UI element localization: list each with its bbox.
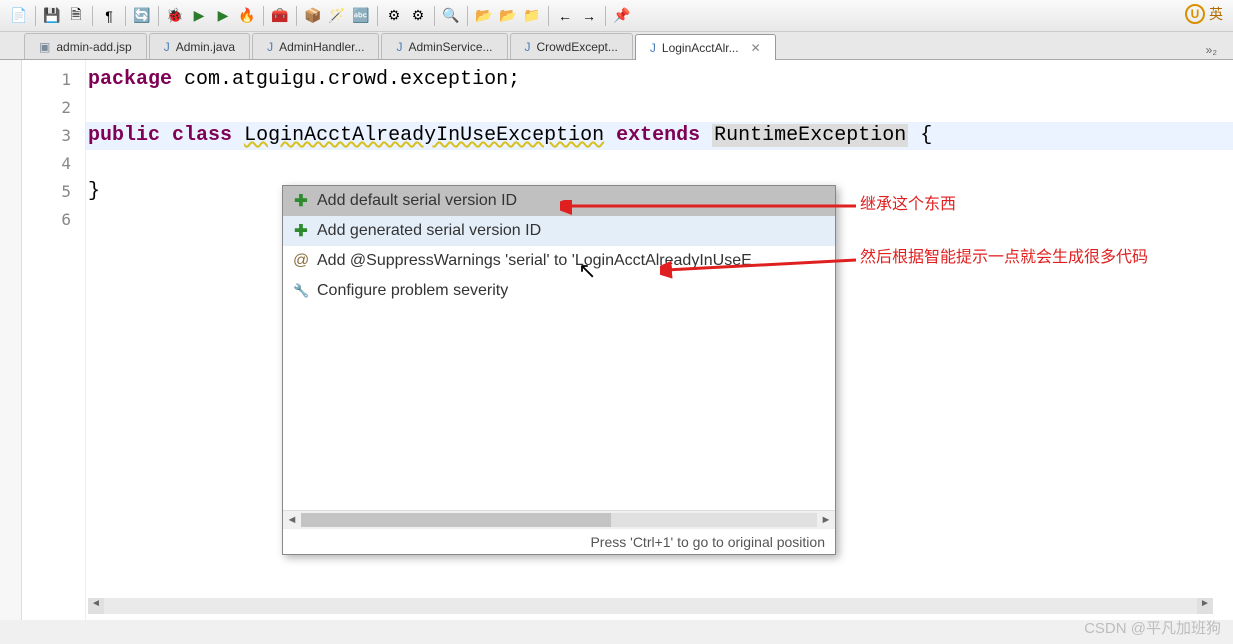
coverage-icon[interactable]: 🔥	[236, 5, 258, 27]
new-icon[interactable]: 📄	[8, 5, 30, 27]
class-name: LoginAcctAlreadyInUseException	[244, 124, 604, 147]
back-icon[interactable]: ←	[554, 5, 576, 27]
tab-admin-handler[interactable]: J AdminHandler...	[252, 33, 379, 59]
quickfix-item-suppress-warnings[interactable]: @ Add @SuppressWarnings 'serial' to 'Log…	[283, 246, 835, 276]
keyword: package	[88, 68, 172, 91]
tab-label: AdminService...	[408, 40, 492, 54]
scroll-right-icon[interactable]: ►	[1197, 598, 1213, 614]
ime-indicator[interactable]: U 英	[1185, 4, 1223, 24]
tab-admin-service[interactable]: J AdminService...	[381, 33, 507, 59]
run-icon[interactable]: ▶	[188, 5, 210, 27]
paragraph-icon[interactable]: ¶	[98, 5, 120, 27]
line-number-gutter: 1 2 3 4 5 6	[22, 60, 86, 620]
tab-admin-java[interactable]: J Admin.java	[149, 33, 250, 59]
quickfix-label: Add default serial version ID	[317, 192, 517, 210]
server-icon[interactable]: ⚙	[383, 5, 405, 27]
tab-label: Admin.java	[176, 40, 235, 54]
line-number: 3	[22, 122, 85, 150]
scroll-right-icon[interactable]: ►	[817, 514, 835, 526]
line-number: 4	[22, 150, 85, 178]
scroll-thumb[interactable]	[301, 513, 611, 527]
add-icon: ✚	[293, 221, 309, 241]
search-icon[interactable]: 🔍	[440, 5, 462, 27]
watermark-text: CSDN @平凡加班狗	[1084, 617, 1221, 638]
code-text: }	[88, 180, 100, 203]
annotation-text-2: 然后根据智能提示一点就会生成很多代码	[860, 245, 1160, 271]
line-number: 2	[22, 94, 85, 122]
editor-hscrollbar[interactable]: ◄ ►	[88, 598, 1213, 614]
java-file-icon: J	[525, 40, 531, 54]
quickfix-label: Configure problem severity	[317, 282, 508, 300]
annotation-icon: @	[293, 252, 309, 270]
refresh-icon[interactable]: 🔄	[131, 5, 153, 27]
line-number: 6	[22, 206, 85, 234]
quickfix-label: Add generated serial version ID	[317, 222, 541, 240]
code-text: {	[908, 124, 932, 147]
java-file-icon: J	[164, 40, 170, 54]
keyword: extends	[616, 124, 700, 147]
quickfix-hint: Press 'Ctrl+1' to go to original positio…	[283, 528, 835, 554]
folder-icon[interactable]: 📂	[473, 5, 495, 27]
forward-icon[interactable]: →	[578, 5, 600, 27]
editor-tab-bar: ▣ admin-add.jsp J Admin.java J AdminHand…	[0, 32, 1233, 60]
package-icon[interactable]: 📦	[302, 5, 324, 27]
line-number: 1	[22, 66, 85, 94]
code-text: com.atguigu.crowd.exception;	[172, 68, 520, 91]
annotation-text-1: 继承这个东西	[860, 190, 956, 214]
ime-icon: U	[1185, 4, 1205, 24]
type-icon[interactable]: 🔤	[350, 5, 372, 27]
quickfix-item-generated-serial[interactable]: ✚ Add generated serial version ID	[283, 216, 835, 246]
scroll-track[interactable]	[104, 598, 1197, 614]
debug-icon[interactable]: 🐞	[164, 5, 186, 27]
jsp-file-icon: ▣	[39, 40, 50, 54]
server2-icon[interactable]: ⚙	[407, 5, 429, 27]
close-tab-icon[interactable]: ✕	[751, 41, 761, 55]
quickfix-popup: ✚ Add default serial version ID ✚ Add ge…	[282, 185, 836, 555]
tab-admin-add-jsp[interactable]: ▣ admin-add.jsp	[24, 33, 147, 59]
tab-label: AdminHandler...	[279, 40, 364, 54]
quickfix-label: Add @SuppressWarnings 'serial' to 'Login…	[317, 252, 752, 270]
add-icon: ✚	[293, 191, 309, 211]
superclass-name: RuntimeException	[712, 124, 908, 147]
scroll-left-icon[interactable]: ◄	[88, 598, 104, 614]
wand-icon[interactable]: 🪄	[326, 5, 348, 27]
save-all-icon[interactable]: 🗎	[65, 5, 87, 27]
left-ruler	[0, 60, 22, 620]
quickfix-item-configure-severity[interactable]: 🔧 Configure problem severity	[283, 276, 835, 306]
ime-label: 英	[1209, 4, 1223, 24]
tab-login-acct-alr[interactable]: J LoginAcctAlr... ✕	[635, 34, 776, 60]
scroll-left-icon[interactable]: ◄	[283, 514, 301, 526]
configure-icon: 🔧	[293, 283, 309, 299]
pin-icon[interactable]: 📌	[611, 5, 633, 27]
run-config-icon[interactable]: ▶	[212, 5, 234, 27]
java-file-icon: J	[396, 40, 402, 54]
main-toolbar: 📄 💾 🗎 ¶ 🔄 🐞 ▶ ▶ 🔥 🧰 📦 🪄 🔤 ⚙ ⚙ 🔍 📂 📂 📁 ← …	[0, 0, 1233, 32]
save-icon[interactable]: 💾	[41, 5, 63, 27]
tab-label: admin-add.jsp	[56, 40, 131, 54]
folder3-icon[interactable]: 📁	[521, 5, 543, 27]
java-file-icon: J	[267, 40, 273, 54]
quickfix-list: ✚ Add default serial version ID ✚ Add ge…	[283, 186, 835, 510]
external-tool-icon[interactable]: 🧰	[269, 5, 291, 27]
keyword: public	[88, 124, 160, 147]
java-file-icon: J	[650, 41, 656, 55]
tab-crowd-except[interactable]: J CrowdExcept...	[510, 33, 633, 59]
folder2-icon[interactable]: 📂	[497, 5, 519, 27]
quickfix-item-default-serial[interactable]: ✚ Add default serial version ID	[283, 186, 835, 216]
keyword: class	[172, 124, 232, 147]
tab-label: LoginAcctAlr...	[662, 41, 739, 55]
quickfix-hscrollbar[interactable]: ◄ ►	[283, 510, 835, 528]
tab-overflow-button[interactable]: »₂	[1200, 41, 1223, 59]
line-number: 5	[22, 178, 85, 206]
scroll-track[interactable]	[301, 513, 817, 527]
tab-label: CrowdExcept...	[537, 40, 618, 54]
